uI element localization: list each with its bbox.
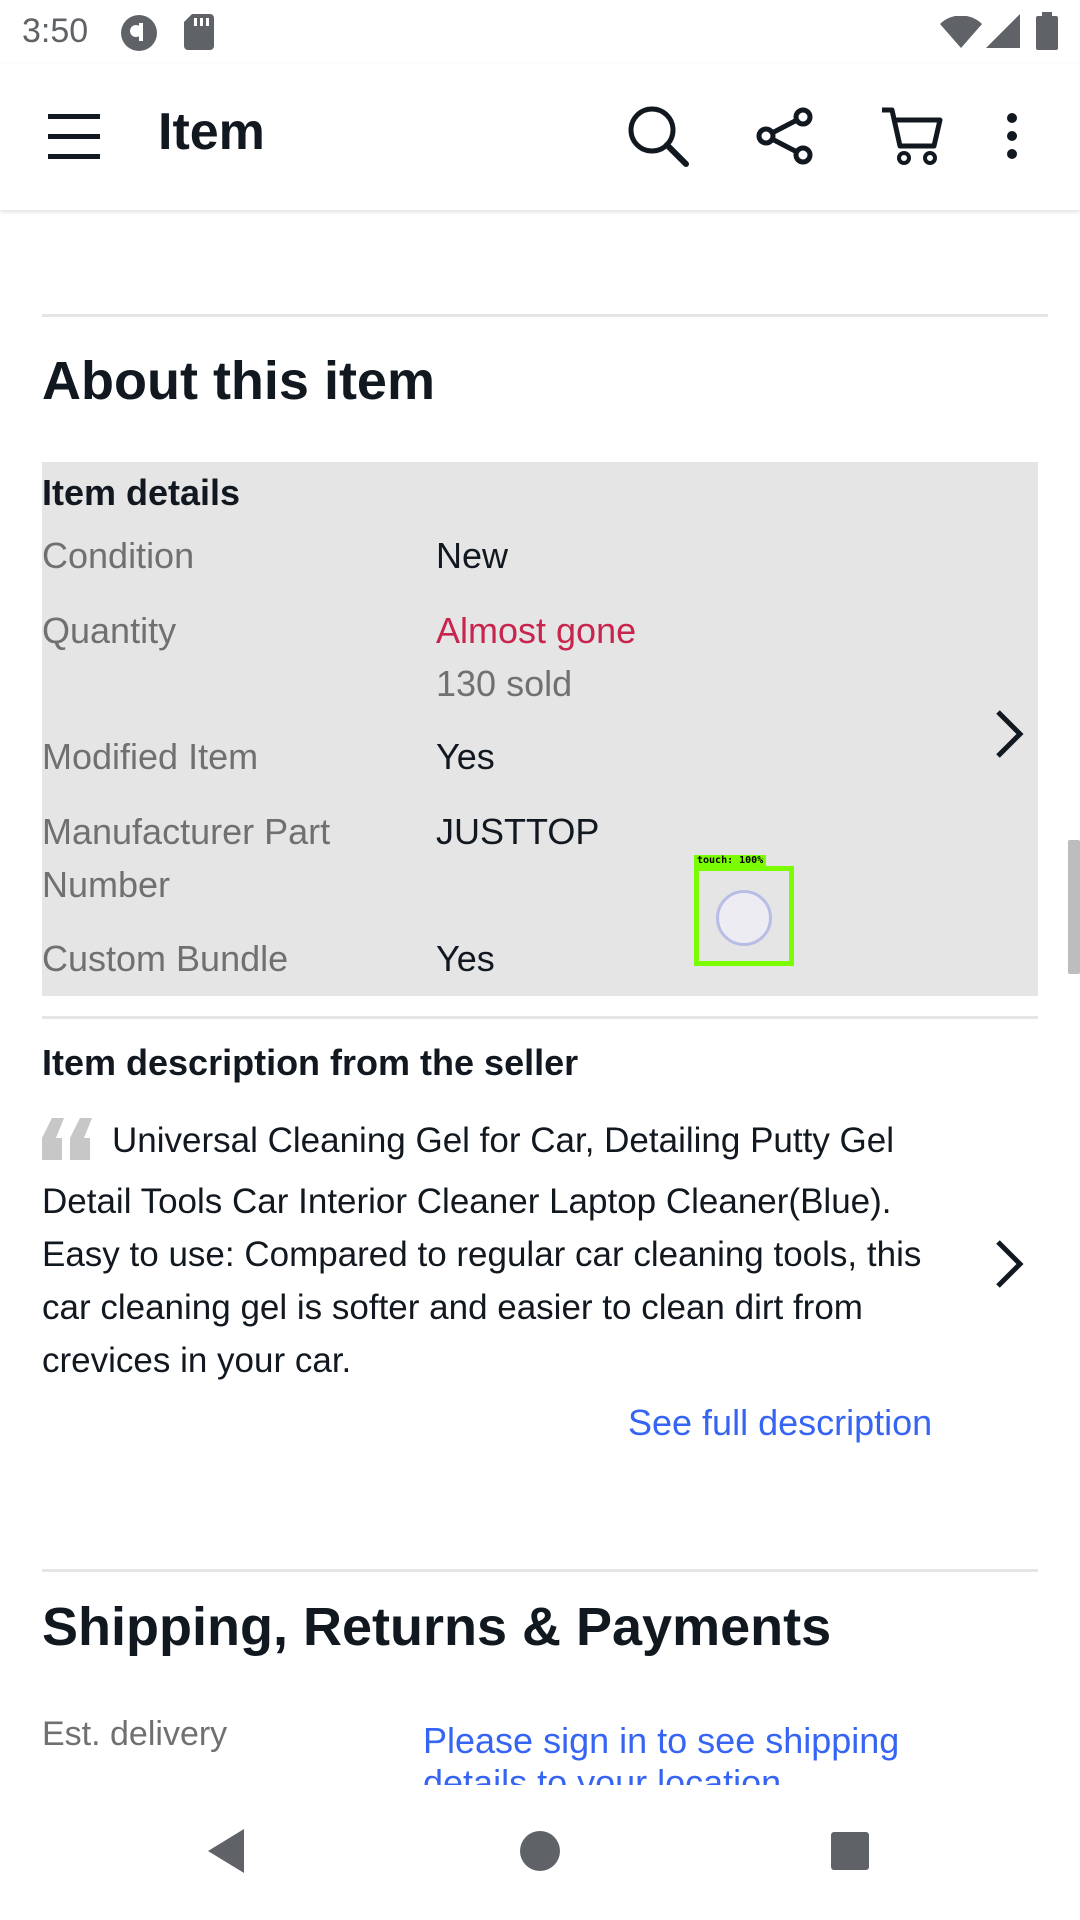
status-time: 3:50 xyxy=(22,12,89,50)
divider xyxy=(42,1016,1038,1019)
custom-bundle-value: Yes xyxy=(436,938,495,979)
home-button[interactable] xyxy=(510,1823,570,1883)
chevron-right-icon xyxy=(988,704,1038,764)
back-icon xyxy=(204,1827,248,1880)
manufacturer-part-number-value: JUSTTOP xyxy=(436,811,600,852)
cart-button[interactable] xyxy=(872,98,952,178)
modified-item-value: Yes xyxy=(436,736,495,777)
about-title: About this item xyxy=(42,351,435,411)
modified-item-label: Modified Item xyxy=(42,736,259,777)
touch-point xyxy=(716,890,772,946)
menu-icon xyxy=(46,112,102,165)
back-button[interactable] xyxy=(196,1823,256,1883)
divider xyxy=(42,1569,1038,1572)
cell-signal-icon xyxy=(986,14,1020,53)
manufacturer-part-number-label: Manufacturer Part Number xyxy=(42,811,331,905)
search-icon xyxy=(626,104,690,173)
system-nav-bar xyxy=(0,1785,1080,1920)
quote-icon xyxy=(42,1118,94,1175)
share-icon xyxy=(755,107,815,170)
quantity-value: Almost gone xyxy=(436,610,637,651)
scrollbar-thumb[interactable] xyxy=(1068,840,1080,974)
more-icon xyxy=(1005,112,1019,165)
custom-bundle-label: Custom Bundle xyxy=(42,938,289,979)
condition-label: Condition xyxy=(42,535,195,576)
see-full-description-link[interactable]: See full description xyxy=(628,1402,932,1444)
description-text: Universal Cleaning Gel for Car, Detailin… xyxy=(42,1121,922,1380)
cart-icon xyxy=(880,106,944,171)
item-details-panel[interactable]: Item details Condition New Quantity Almo… xyxy=(42,462,1038,996)
app-notification-icon xyxy=(120,14,158,57)
more-options-button[interactable] xyxy=(982,98,1042,178)
recents-icon xyxy=(830,1831,870,1876)
item-content: About this item Item details Condition N… xyxy=(0,210,1080,1785)
est-delivery-label: Est. delivery xyxy=(42,1715,228,1753)
description-heading: Item description from the seller xyxy=(42,1042,579,1083)
search-button[interactable] xyxy=(618,98,698,178)
wifi-icon xyxy=(940,15,982,53)
quantity-label: Quantity xyxy=(42,610,177,651)
recents-button[interactable] xyxy=(820,1823,880,1883)
chevron-right-icon xyxy=(988,1234,1038,1294)
menu-button[interactable] xyxy=(34,98,114,178)
sign-in-shipping-link[interactable]: Please sign in to see shipping details t… xyxy=(423,1720,983,1785)
share-button[interactable] xyxy=(745,98,825,178)
shipping-title: Shipping, Returns & Payments xyxy=(42,1597,832,1657)
sold-count: 130 sold xyxy=(436,663,573,704)
divider xyxy=(42,314,1048,317)
condition-value: New xyxy=(436,535,509,576)
status-bar: 3:50 xyxy=(0,0,1080,64)
app-bar: Item xyxy=(0,64,1080,210)
home-icon xyxy=(519,1830,561,1877)
item-details-heading: Item details xyxy=(42,472,241,513)
touch-indicator-label: touch: 100% xyxy=(694,855,767,866)
sd-card-icon xyxy=(184,14,214,55)
page-title: Item xyxy=(158,103,265,161)
battery-icon xyxy=(1036,12,1058,55)
description-block[interactable]: Universal Cleaning Gel for Car, Detailin… xyxy=(42,1114,972,1387)
